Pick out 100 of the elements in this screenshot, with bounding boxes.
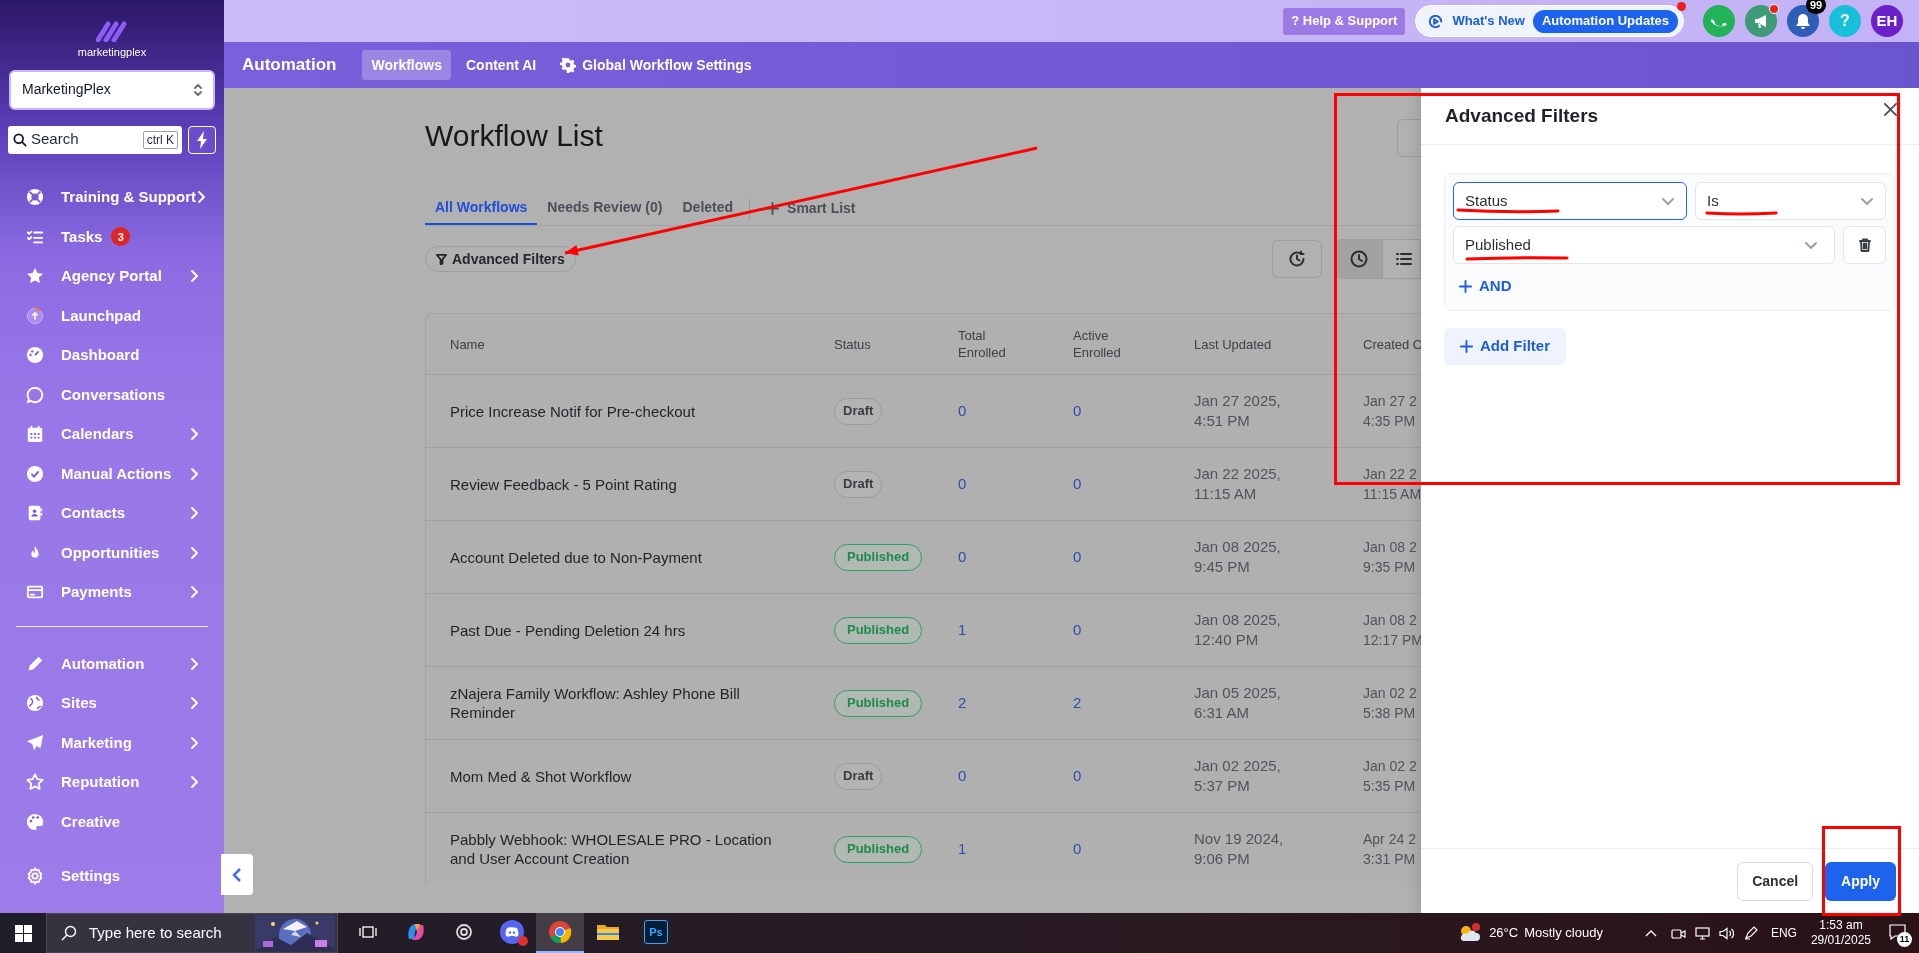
chevron-left-icon [232, 866, 242, 883]
sidebar-item[interactable]: Calendars [0, 414, 224, 454]
help-support-button[interactable]: ? Help & Support [1283, 7, 1406, 35]
chevron-right-icon [189, 269, 199, 284]
workflow-name[interactable]: Past Due - Pending Deletion 24 hrs [450, 620, 780, 640]
sidebar-item[interactable]: Payments [0, 572, 224, 612]
nav-tab[interactable]: Workflows [362, 50, 451, 80]
quick-action-button[interactable] [188, 125, 216, 154]
total-enrolled[interactable]: 2 [958, 694, 967, 711]
clock[interactable]: 1:53 am 29/01/2025 [1810, 918, 1871, 948]
and-button[interactable]: AND [1459, 275, 1512, 298]
cancel-button[interactable]: Cancel [1737, 861, 1814, 901]
sidebar-item-label: Opportunities [61, 542, 160, 563]
whats-new-pill[interactable]: What's New Automation Updates [1415, 5, 1684, 37]
sidebar-item[interactable]: Reputation [0, 762, 224, 802]
total-enrolled[interactable]: 1 [958, 621, 967, 638]
palette-icon [26, 812, 44, 831]
view-toggle[interactable] [1336, 240, 1384, 278]
sidebar-item[interactable]: Marketing [0, 723, 224, 763]
active-enrolled[interactable]: 0 [1073, 402, 1082, 419]
last-updated: Jan 02 2025, 5:37 PM [1194, 756, 1282, 796]
list-tab[interactable]: All Workflows [425, 192, 538, 225]
sidebar-item[interactable]: Sites [0, 683, 224, 723]
check-circle-icon [26, 464, 44, 483]
list-tab[interactable]: Deleted [672, 192, 744, 225]
history-button[interactable] [1271, 240, 1322, 278]
sidebar-item[interactable]: Agency Portal [0, 256, 224, 296]
active-enrolled[interactable]: 0 [1073, 548, 1082, 565]
field-select[interactable]: Status [1453, 182, 1687, 220]
total-enrolled[interactable]: 0 [958, 767, 967, 784]
sidebar-item-label: Conversations [61, 384, 166, 405]
sidebar-item[interactable]: Settings [0, 856, 224, 896]
sidebar-item[interactable]: Launchpad [0, 296, 224, 336]
network-icon[interactable] [1694, 926, 1710, 940]
drawer-title: Advanced Filters [1445, 103, 1599, 128]
chevron-right-icon [189, 656, 199, 671]
sidebar-item[interactable]: Training & Support [0, 177, 224, 217]
gauge-icon [26, 346, 44, 365]
last-updated: Nov 19 2024, 9:06 PM [1194, 829, 1285, 869]
total-enrolled[interactable]: 1 [958, 840, 967, 857]
paper-plane-icon [26, 733, 44, 752]
browser-icon [548, 920, 572, 944]
plus-icon [1460, 339, 1473, 353]
workflow-name[interactable]: Mom Med & Shot Workflow [450, 766, 780, 786]
active-enrolled[interactable]: 0 [1073, 621, 1082, 638]
pen-icon[interactable] [1743, 926, 1759, 940]
nav-tab[interactable]: Content AI [456, 50, 546, 80]
list-icon [1396, 252, 1413, 266]
column-header: Name [450, 335, 485, 353]
last-updated: Jan 08 2025, 9:45 PM [1194, 537, 1282, 577]
speaker-icon[interactable] [1718, 926, 1734, 940]
search-field[interactable]: Search ctrl K [8, 125, 182, 154]
workflow-name[interactable]: zNajera Family Workflow: Ashley Phone Bill Reminder [450, 684, 780, 722]
sidebar-item[interactable]: Automation [0, 644, 224, 684]
workflow-name[interactable]: Pabbly Webhook: WHOLESALE PRO - Location and User Account Creation [450, 830, 780, 868]
sidebar-item[interactable]: Creative [0, 802, 224, 842]
nav-tab[interactable]: Global Workflow Settings [551, 50, 761, 80]
avatar[interactable]: EH [1871, 5, 1903, 37]
taskbar-app[interactable]: Ps [632, 913, 680, 953]
windows-icon [14, 924, 32, 942]
logo-icon [96, 20, 128, 42]
workflow-name[interactable]: Account Deleted due to Non-Payment [450, 547, 780, 567]
workflow-name[interactable]: Price Increase Notif for Pre-checkout [450, 401, 780, 421]
sidebar-item[interactable]: Contacts [0, 493, 224, 533]
count-badge: 3 [111, 227, 131, 247]
bell-icon [1795, 12, 1811, 30]
sidebar-item[interactable]: Manual Actions [0, 454, 224, 494]
smart-list-tab[interactable]: Smart List [756, 192, 866, 225]
sidebar-item[interactable]: Dashboard [0, 335, 224, 375]
total-enrolled[interactable]: 0 [958, 548, 967, 565]
account-select[interactable]: MarketingPlex [9, 69, 215, 110]
sidebar-item-label: Calendars [61, 424, 134, 444]
sidebar-item[interactable]: Tasks 3 [0, 217, 224, 257]
delete-button[interactable] [1843, 226, 1886, 264]
sidebar-item-label: Marketing [61, 732, 132, 753]
taskbar-search[interactable]: Type here to search [46, 913, 338, 953]
operator-select[interactable]: Is [1695, 182, 1886, 220]
list-tab[interactable]: Needs Review (0) [537, 192, 673, 225]
apply-button[interactable]: Apply [1825, 861, 1896, 901]
sidebar-item-label: Dashboard [61, 345, 140, 365]
active-enrolled[interactable]: 0 [1073, 475, 1082, 492]
sidebar-item[interactable]: Conversations [0, 375, 224, 415]
active-enrolled[interactable]: 2 [1073, 694, 1082, 711]
announcement-button[interactable] [1745, 5, 1777, 37]
active-enrolled[interactable]: 0 [1073, 767, 1082, 784]
help-button[interactable]: ? [1829, 5, 1861, 37]
close-icon[interactable] [1884, 102, 1897, 116]
collapse-button[interactable] [221, 854, 253, 895]
active-enrolled[interactable]: 0 [1073, 840, 1082, 857]
camera-icon[interactable] [1670, 926, 1686, 940]
add-filter-button[interactable]: Add Filter [1444, 327, 1566, 365]
sidebar-item[interactable]: Opportunities [0, 533, 224, 573]
sidebar-item-label: Contacts [61, 503, 126, 523]
whats-new-label: What's New [1452, 12, 1525, 31]
value-select[interactable]: Published [1453, 226, 1835, 264]
total-enrolled[interactable]: 0 [958, 402, 967, 419]
chevron-up-icon[interactable] [1644, 929, 1657, 937]
language-indicator[interactable]: ENG [1770, 924, 1797, 942]
workflow-name[interactable]: Review Feedback - 5 Point Rating [450, 474, 780, 494]
total-enrolled[interactable]: 0 [958, 475, 967, 492]
